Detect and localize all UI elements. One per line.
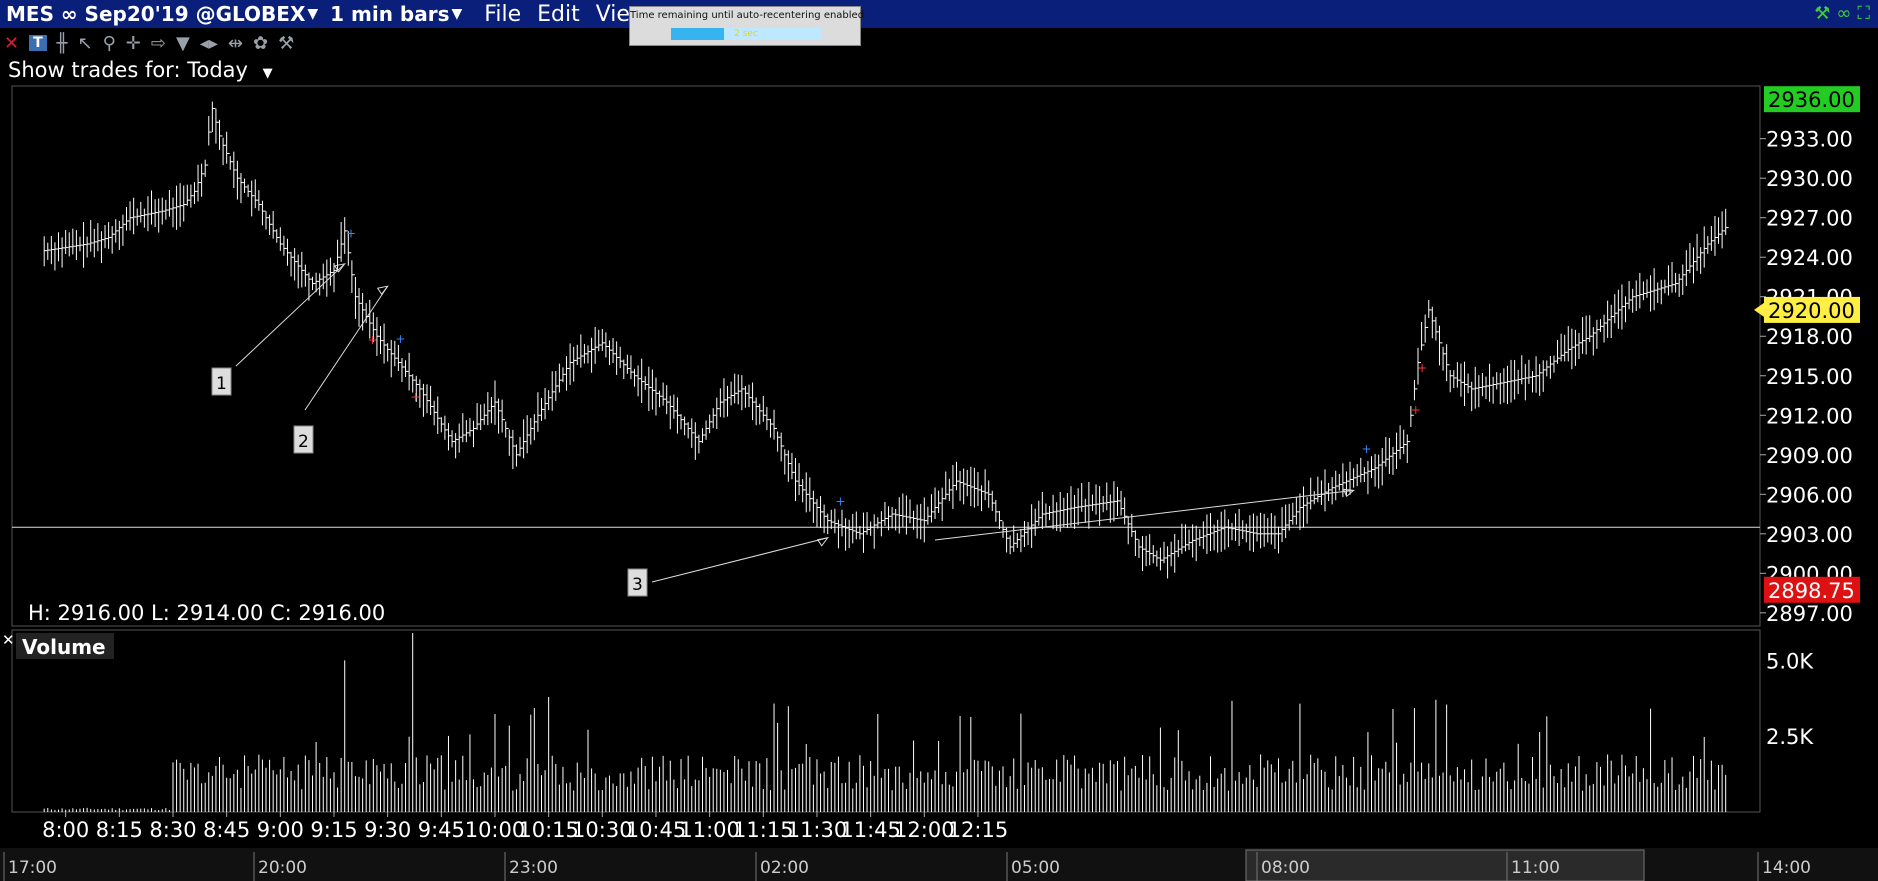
price-tick-label: 2918.00: [1766, 325, 1853, 349]
navigator-tick-label: 23:00: [509, 858, 558, 878]
price-tick-label: 2906.00: [1766, 483, 1853, 507]
volume-panel-frame: [11, 629, 1761, 813]
time-tick-label: 11:00: [679, 818, 740, 842]
annotation-arrow-line: [235, 263, 346, 367]
sell-marker: +: [1417, 361, 1427, 375]
buy-marker: +: [346, 226, 356, 240]
annotation-label-1: 1: [216, 374, 227, 394]
current-price-tag-arrow: [1754, 302, 1764, 317]
time-tick-label: 12:00: [894, 818, 955, 842]
time-tick-label: 10:30: [572, 818, 633, 842]
annotation-arrow-head: [1342, 488, 1355, 498]
price-chart[interactable]: ++++++++ 123 2897.002900.002903.002906.0…: [0, 0, 1878, 881]
navigator-tick-label: 20:00: [258, 858, 307, 878]
volume-tick-label: 5.0K: [1766, 649, 1814, 673]
price-tick-label: 2927.00: [1766, 207, 1853, 231]
price-tick-label: 2897.00: [1766, 602, 1853, 626]
volume-bars: [43, 633, 1727, 812]
price-low-tag: 2898.75: [1768, 579, 1855, 603]
annotation-arrow-line: [934, 489, 1354, 541]
navigator-tick-label: 05:00: [1011, 858, 1060, 878]
sell-marker: +: [367, 333, 377, 347]
navigator-tick-label: 02:00: [760, 858, 809, 878]
time-tick-label: 9:00: [257, 818, 304, 842]
annotation-label-2: 2: [298, 432, 309, 452]
time-tick-label: 10:45: [626, 818, 687, 842]
time-tick-label: 10:00: [465, 818, 526, 842]
time-tick-label: 10:15: [518, 818, 579, 842]
time-tick-label: 9:30: [364, 818, 411, 842]
price-tick-label: 2903.00: [1766, 523, 1853, 547]
sell-marker: +: [1411, 403, 1421, 417]
navigator-tick-label: 17:00: [8, 858, 57, 878]
annotation-arrow-head: [376, 285, 389, 296]
price-tick-label: 2924.00: [1766, 246, 1853, 270]
sell-marker: +: [410, 390, 420, 404]
trade-markers: + + + + + + + +: [346, 226, 1427, 508]
volume-tick-label: 2.5K: [1766, 725, 1814, 749]
buy-marker: +: [395, 332, 405, 346]
time-tick-label: 11:45: [840, 818, 901, 842]
volume-axis: 5.0K 2.5K: [1766, 649, 1814, 749]
time-tick-label: 9:45: [418, 818, 465, 842]
buy-marker: +: [835, 494, 845, 508]
annotation-arrow-line: [304, 285, 389, 411]
current-price-tag: 2920.00: [1768, 299, 1855, 323]
price-tick-label: 2909.00: [1766, 444, 1853, 468]
time-tick-label: 8:30: [149, 818, 196, 842]
time-tick-label: 8:45: [203, 818, 250, 842]
ohlc-readout: H: 2916.00 L: 2914.00 C: 2916.00: [28, 601, 385, 625]
navigator-tick-label: 11:00: [1511, 858, 1560, 878]
time-tick-label: 12:15: [948, 818, 1009, 842]
navigator-tick-label: 08:00: [1261, 858, 1310, 878]
annotation-arrow-line: [651, 537, 828, 583]
price-tick-label: 2933.00: [1766, 128, 1853, 152]
time-tick-label: 11:30: [787, 818, 848, 842]
time-tick-label: 9:15: [310, 818, 357, 842]
price-axis: 2897.002900.002903.002906.002909.002912.…: [1754, 86, 1860, 626]
price-tick-label: 2930.00: [1766, 167, 1853, 191]
time-tick-label: 8:15: [96, 818, 143, 842]
time-tick-label: 8:00: [42, 818, 89, 842]
price-panel-frame: [11, 85, 1761, 627]
annotation-arrow-head: [816, 537, 829, 547]
price-tick-label: 2915.00: [1766, 365, 1853, 389]
price-tick-label: 2912.00: [1766, 404, 1853, 428]
annotation-label-3: 3: [632, 575, 643, 595]
time-tick-label: 11:15: [733, 818, 794, 842]
volume-label: Volume: [22, 635, 106, 659]
close-icon[interactable]: ✕: [2, 631, 15, 649]
price-high-tag: 2936.00: [1768, 88, 1855, 112]
navigator-tick-label: 14:00: [1762, 858, 1811, 878]
time-axis: 8:00 8:15 8:30 8:45 9:00 9:15 9:30 9:45 10:0010:…: [42, 812, 1008, 842]
buy-marker: +: [1361, 442, 1371, 456]
price-bars: [43, 101, 1729, 579]
